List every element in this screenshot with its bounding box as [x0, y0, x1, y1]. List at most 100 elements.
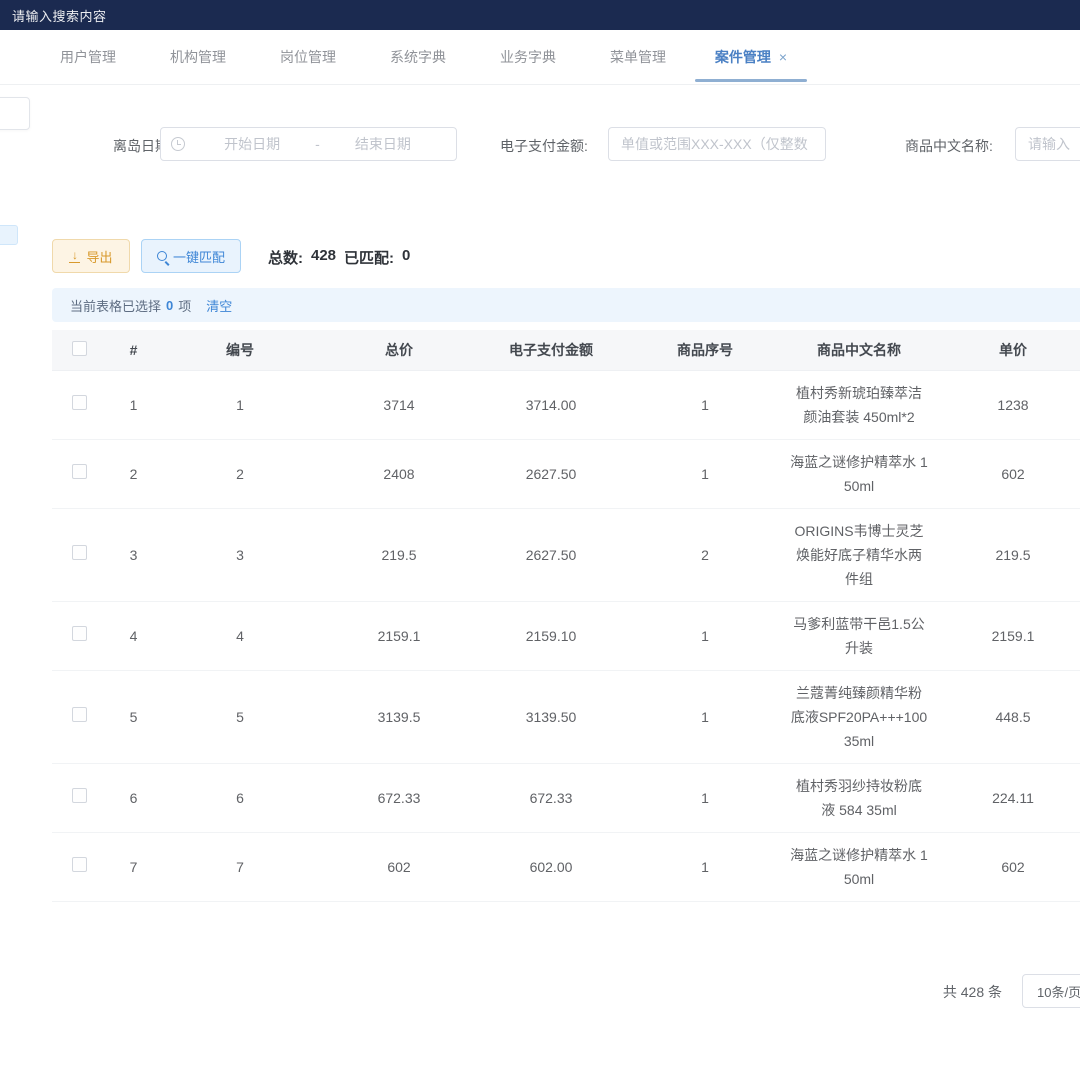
cell-index: 4	[107, 601, 160, 670]
cell-item-no: 1	[624, 832, 786, 901]
cell-code: 5	[160, 670, 320, 763]
selection-bar: 当前表格已选择 0 项 清空	[52, 288, 1080, 322]
cell-unit-price: 448.5	[932, 670, 1080, 763]
data-table: #编号总价电子支付金额商品序号商品中文名称单价 1 1 3714 3714.00…	[52, 330, 1080, 905]
cell-unit-price: 602	[932, 439, 1080, 508]
row-checkbox[interactable]	[72, 626, 87, 641]
selection-count: 0	[166, 298, 173, 313]
export-button-label: 导出	[86, 247, 112, 266]
tab-label: 案件管理	[715, 47, 771, 67]
cell-total: 2159.1	[320, 601, 478, 670]
table-body: 1 1 3714 3714.00 1 植村秀新琥珀臻萃洁颜油套装 450ml*2…	[52, 370, 1080, 905]
cell-name: 海蓝之谜修护精萃水 150ml	[786, 832, 932, 901]
cell-index: 1	[107, 370, 160, 439]
cell-unit-price: 120.35	[932, 901, 1080, 905]
tab-系统字典[interactable]: 系统字典	[363, 30, 473, 85]
cell-code: 4	[160, 601, 320, 670]
tab-label: 系统字典	[390, 47, 446, 67]
page-size-select[interactable]: 10条/页	[1022, 974, 1080, 1008]
cell-name: 马爹利蓝带干邑1.5公升装	[786, 601, 932, 670]
product-name-input[interactable]: 请输入	[1015, 127, 1080, 161]
export-button[interactable]: ↓ 导出	[52, 239, 130, 273]
row-checkbox[interactable]	[72, 464, 87, 479]
column-header: 电子支付金额	[478, 330, 624, 370]
select-all-header	[52, 330, 107, 370]
cell-item-no: 1	[624, 439, 786, 508]
cell-name: 卡诗菁纯亮泽经典香氛	[786, 901, 932, 905]
tab-岗位管理[interactable]: 岗位管理	[253, 30, 363, 85]
cell-epay: 3139.50	[478, 670, 624, 763]
tab-案件管理[interactable]: 案件管理 ×	[693, 30, 809, 85]
date-end-placeholder[interactable]: 结束日期	[320, 134, 446, 154]
row-select-cell	[52, 832, 107, 901]
tab-close-icon[interactable]: ×	[779, 49, 787, 65]
row-select-cell	[52, 370, 107, 439]
cell-code: 3	[160, 508, 320, 601]
date-range-picker[interactable]: 开始日期 - 结束日期	[160, 127, 457, 161]
cell-total: 602	[320, 832, 478, 901]
tab-业务字典[interactable]: 业务字典	[473, 30, 583, 85]
cell-item-no: 1	[624, 670, 786, 763]
cell-epay: 2627.50	[478, 508, 624, 601]
row-checkbox[interactable]	[72, 707, 87, 722]
table-row: 4 4 2159.1 2159.10 1 马爹利蓝带干邑1.5公升装 2159.…	[52, 601, 1080, 670]
pagination-total: 共 428 条	[880, 982, 1002, 1002]
row-checkbox[interactable]	[72, 545, 87, 560]
global-search-input[interactable]: 请输入搜索内容	[12, 6, 107, 25]
cell-total: 1203.47	[320, 901, 478, 905]
cell-total: 2408	[320, 439, 478, 508]
cell-code: 1	[160, 370, 320, 439]
column-header: 单价	[932, 330, 1080, 370]
cell-unit-price: 2159.1	[932, 601, 1080, 670]
cell-name: 海蓝之谜修护精萃水 150ml	[786, 439, 932, 508]
cell-epay: 1203.47	[478, 901, 624, 905]
table-row: 2 2 2408 2627.50 1 海蓝之谜修护精萃水 150ml 602	[52, 439, 1080, 508]
column-header: 编号	[160, 330, 320, 370]
clock-icon	[171, 137, 185, 151]
cell-name: 兰蔻菁纯臻颜精华粉底液SPF20PA+++100 35ml	[786, 670, 932, 763]
cell-unit-price: 219.5	[932, 508, 1080, 601]
table-row: 3 3 219.5 2627.50 2 ORIGINS韦博士灵芝焕能好底子精华水…	[52, 508, 1080, 601]
cell-total: 219.5	[320, 508, 478, 601]
tab-机构管理[interactable]: 机构管理	[143, 30, 253, 85]
cell-index: 3	[107, 508, 160, 601]
row-select-cell	[52, 901, 107, 905]
matched-value: 0	[402, 247, 410, 268]
table-row: 8 8 1203.47 1203.47 1 卡诗菁纯亮泽经典香氛 120.35	[52, 901, 1080, 905]
cell-index: 6	[107, 763, 160, 832]
column-header: 总价	[320, 330, 478, 370]
total-label: 总数:	[268, 247, 303, 268]
tab-label: 机构管理	[170, 47, 226, 67]
table-row: 6 6 672.33 672.33 1 植村秀羽纱持妆粉底液 584 35ml …	[52, 763, 1080, 832]
date-start-placeholder[interactable]: 开始日期	[189, 134, 315, 154]
row-select-cell	[52, 508, 107, 601]
cell-code: 7	[160, 832, 320, 901]
cell-unit-price: 602	[932, 832, 1080, 901]
cell-code: 2	[160, 439, 320, 508]
tab-用户管理[interactable]: 用户管理	[33, 30, 143, 85]
cell-total: 3714	[320, 370, 478, 439]
row-checkbox[interactable]	[72, 395, 87, 410]
clear-selection-link[interactable]: 清空	[206, 296, 232, 315]
cell-item-no: 1	[624, 763, 786, 832]
tab-菜单管理[interactable]: 菜单管理	[583, 30, 693, 85]
row-checkbox[interactable]	[72, 788, 87, 803]
partial-button-fragment	[0, 225, 18, 245]
download-icon: ↓	[69, 250, 80, 263]
cell-item-no: 1	[624, 370, 786, 439]
selection-suffix: 项	[178, 296, 191, 315]
tab-label: 菜单管理	[610, 47, 666, 67]
top-navbar: 请输入搜索内容	[0, 0, 1080, 30]
amount-input[interactable]: 单值或范围XXX-XXX（仅整数	[608, 127, 826, 161]
match-button-label: 一键匹配	[173, 247, 225, 266]
cell-total: 3139.5	[320, 670, 478, 763]
cell-code: 6	[160, 763, 320, 832]
one-click-match-button[interactable]: 一键匹配	[141, 239, 241, 273]
column-header: 商品序号	[624, 330, 786, 370]
row-checkbox[interactable]	[72, 857, 87, 872]
cell-epay: 672.33	[478, 763, 624, 832]
name-filter-label: 商品中文名称:	[905, 136, 993, 156]
table-row: 5 5 3139.5 3139.50 1 兰蔻菁纯臻颜精华粉底液SPF20PA+…	[52, 670, 1080, 763]
tab-bar: 用户管理 机构管理 岗位管理 系统字典 业务字典 菜单管理 案件管理 ×	[0, 30, 1080, 85]
select-all-checkbox[interactable]	[72, 341, 87, 356]
